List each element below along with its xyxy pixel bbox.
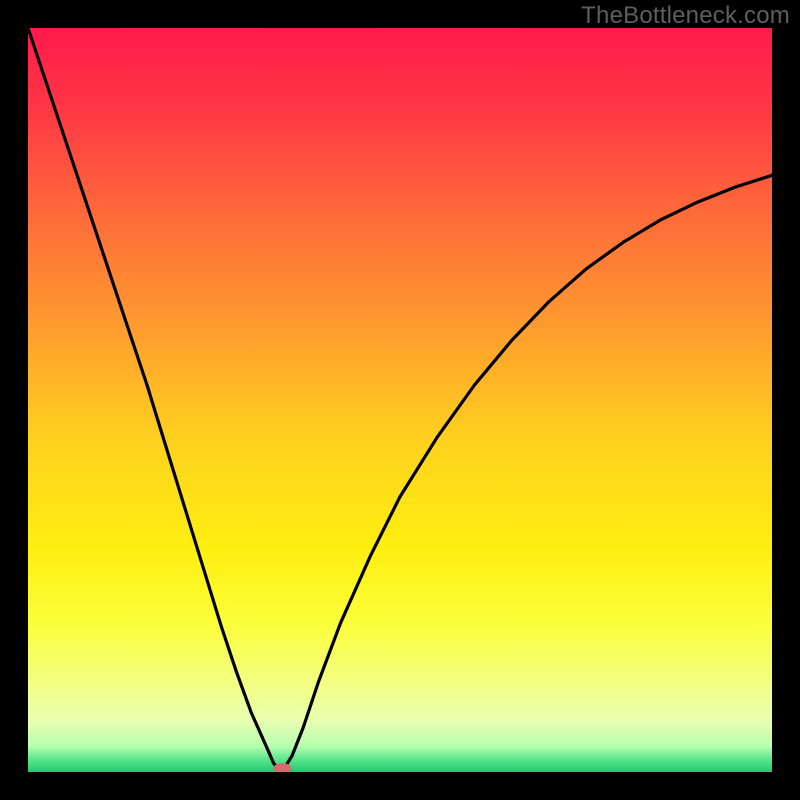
watermark-text: TheBottleneck.com [581, 2, 790, 30]
plot-area [28, 28, 772, 772]
chart-frame: TheBottleneck.com [0, 0, 800, 800]
chart-svg [28, 28, 772, 772]
gradient-background [28, 28, 772, 772]
